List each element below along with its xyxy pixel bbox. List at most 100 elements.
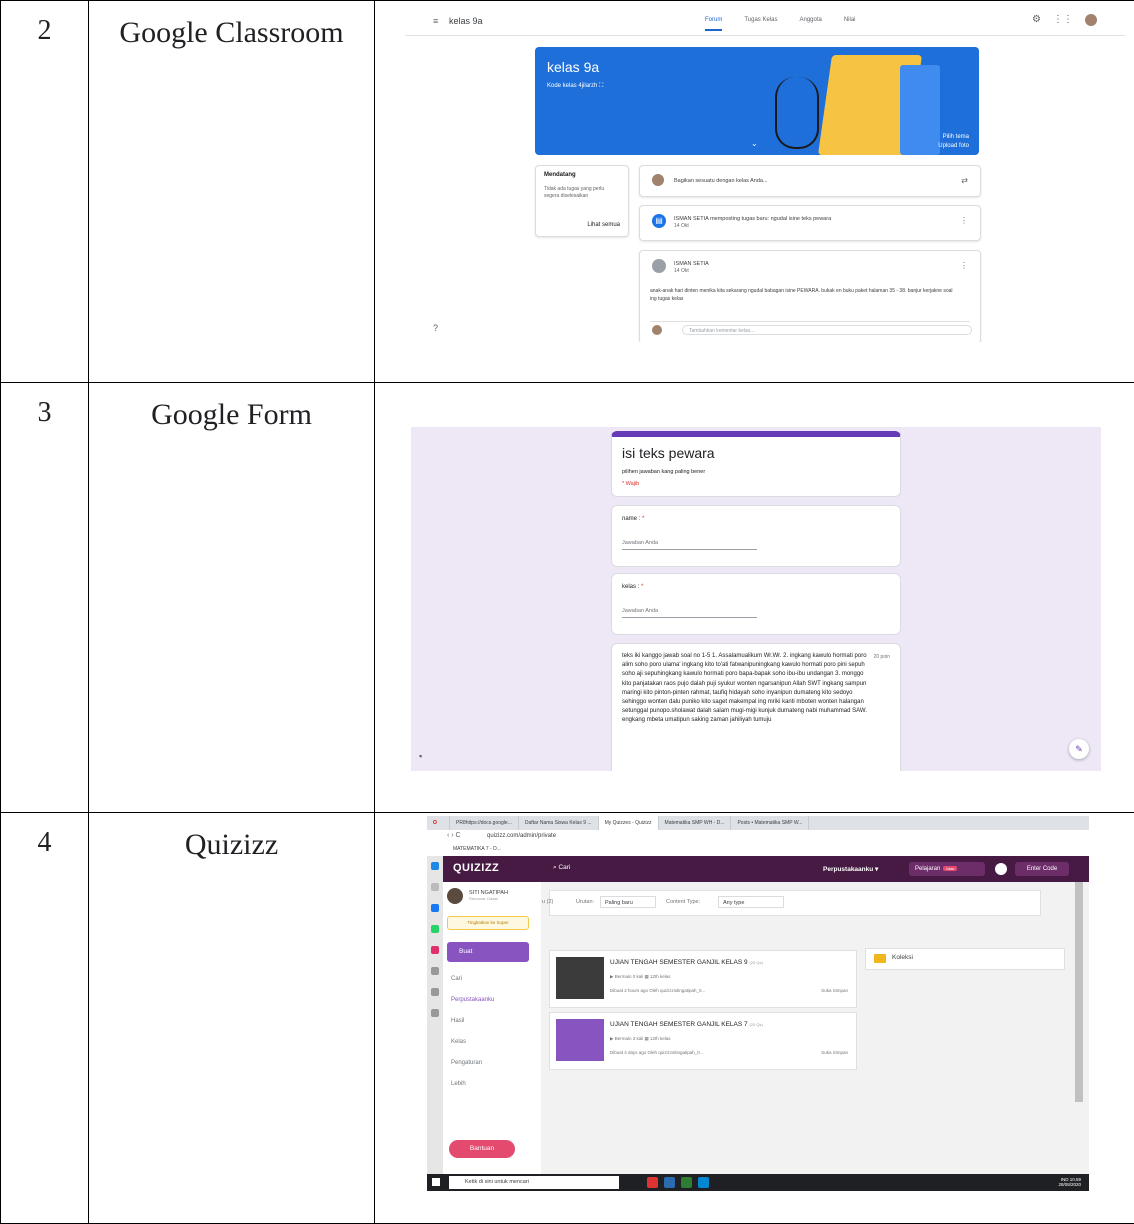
repost-icon[interactable]: ⇄: [961, 176, 968, 185]
windows-start-icon[interactable]: [432, 1178, 440, 1186]
sort-select[interactable]: Paling baru: [600, 896, 656, 908]
quiz-author: Dibuat 2 hours ago Oleh quizizzsitingati…: [610, 988, 705, 993]
more-vert-icon[interactable]: ⋮: [960, 216, 968, 225]
help-button[interactable]: Bantuan: [449, 1140, 515, 1158]
nav-arrows-icon[interactable]: ‹ › C: [447, 832, 461, 839]
form-header-card: isi teks pewara pilihen jawaban kang pal…: [611, 431, 901, 497]
quiz-played: Bermain 0 kali: [615, 974, 644, 979]
answer-input[interactable]: Jawaban Anda: [622, 540, 757, 550]
save-button[interactable]: Simpan: [833, 988, 848, 993]
quizizz-q-icon: [556, 1019, 604, 1061]
scrollbar[interactable]: [1075, 882, 1083, 1102]
class-code[interactable]: Kode kelas 4jilarzh ⛶: [547, 83, 603, 90]
quiz-title: UJIAN TENGAH SEMESTER GANJIL KELAS 7: [610, 1021, 748, 1028]
quizizz-sidebar: SITI NGATIPAH Rencana: Dasar Tingkatkan …: [443, 882, 541, 1174]
quiz-title: UJIAN TENGAH SEMESTER GANJIL KELAS 9: [610, 959, 748, 966]
tab-people[interactable]: Anggota: [799, 17, 821, 31]
url-text[interactable]: quizizz.com/admin/private: [487, 833, 556, 839]
assignment-post[interactable]: ▤ ISMAN SETIA memposting tugas baru: ngu…: [639, 205, 981, 241]
collection-label: Koleksi: [892, 954, 913, 961]
browser-tab[interactable]: Matematika SMP WH - D...: [659, 816, 732, 830]
upload-photo-link[interactable]: Upload foto: [938, 142, 969, 151]
new-badge: baru: [943, 866, 957, 871]
like-button[interactable]: Suka: [821, 988, 831, 993]
opera-sidebar: [427, 856, 443, 1174]
file-explorer-icon[interactable]: [664, 1177, 675, 1188]
quiz-question-count: (20 Qs): [749, 960, 762, 965]
post-body: anak-anak hari dinten menika kita sekara…: [650, 287, 960, 303]
sidebar-item-search[interactable]: Cari: [451, 976, 462, 982]
heart-icon[interactable]: [431, 988, 439, 996]
content-type-select[interactable]: Any type: [718, 896, 784, 908]
sort-label: Urutan:: [576, 899, 594, 905]
comment-input[interactable]: Tambahkan komentar kelas...: [682, 325, 972, 335]
tab-forum[interactable]: Forum: [705, 17, 722, 31]
app-name: Google Form: [89, 383, 375, 813]
sidebar-icon[interactable]: [431, 883, 439, 891]
upgrade-button[interactable]: Tingkatkan ke Super: [447, 916, 529, 930]
search-field[interactable]: ⌕ Cari: [553, 864, 570, 872]
store-icon[interactable]: [698, 1177, 709, 1188]
menu-icon[interactable]: ≡: [433, 16, 438, 26]
announcement-post: ISMAN SETIA 14 Okt ⋮ anak-anak hari dint…: [639, 250, 981, 342]
feedback-icon[interactable]: ▪: [419, 751, 422, 761]
answer-input[interactable]: Jawaban Anda: [622, 608, 757, 618]
tab-classwork[interactable]: Tugas Kelas: [744, 17, 777, 31]
avatar: [652, 174, 664, 186]
instagram-icon[interactable]: [431, 946, 439, 954]
browser-tab[interactable]: PR8https://docs.google...: [450, 816, 519, 830]
sidebar-item-library[interactable]: Perpustakaanku: [451, 997, 494, 1003]
collections-panel[interactable]: Koleksi: [865, 948, 1065, 970]
more-vert-icon[interactable]: ⋮: [960, 261, 968, 270]
choose-theme-link[interactable]: Pilih tema: [938, 133, 969, 142]
browser-tab-active[interactable]: My Quizzes - Quizizz: [599, 816, 659, 830]
post-text: ISMAN SETIA memposting tugas baru: nguda…: [674, 216, 831, 222]
post-date: 14 Okt: [674, 268, 689, 274]
quizizz-logo[interactable]: QUIZIZZ: [453, 862, 499, 874]
lessons-button[interactable]: Pelajaranbaru: [909, 862, 985, 876]
user-info: SITI NGATIPAH Rencana: Dasar: [451, 890, 508, 901]
question-class: kelas : * Jawaban Anda: [611, 573, 901, 635]
quiz-card[interactable]: UJIAN TENGAH SEMESTER GANJIL KELAS 7 (20…: [549, 1012, 857, 1070]
settings-icon[interactable]: ⚙: [1032, 14, 1041, 26]
create-button[interactable]: Buat: [447, 942, 529, 962]
content-type-label: Content Type:: [666, 899, 700, 905]
facebook-icon[interactable]: [431, 904, 439, 912]
form-screenshot-cell: isi teks pewara pilihen jawaban kang pal…: [375, 383, 1134, 813]
bell-icon[interactable]: [995, 863, 1007, 875]
sidebar-item-more[interactable]: Lebih: [451, 1081, 466, 1087]
tab-grades[interactable]: Nilai: [844, 17, 856, 31]
comment-row: Tambahkan komentar kelas...: [650, 321, 970, 338]
library-menu[interactable]: Perpustakaanku ▾: [823, 865, 878, 873]
enter-code-button[interactable]: Enter Code: [1015, 862, 1069, 876]
sidebar-item-classes[interactable]: Kelas: [451, 1039, 466, 1045]
apps-grid-icon[interactable]: ⋮⋮: [1053, 14, 1073, 26]
save-button[interactable]: Simpan: [833, 1050, 848, 1055]
avatar[interactable]: [1085, 14, 1097, 26]
sidebar-item-settings[interactable]: Pengaturan: [451, 1060, 482, 1066]
row-number: 2: [1, 1, 89, 383]
share-box[interactable]: Bagikan sesuatu dengan kelas Anda... ⇄: [639, 165, 981, 197]
send-icon[interactable]: [431, 967, 439, 975]
chevron-down-icon[interactable]: ⌄: [751, 139, 758, 148]
browser-tab[interactable]: Daftar Nama Siswa Kelas 9 ...: [519, 816, 599, 830]
help-icon[interactable]: ?: [433, 323, 438, 333]
upcoming-title: Mendatang: [544, 172, 620, 178]
taskbar-search[interactable]: Ketik di sini untuk mencari: [449, 1176, 619, 1189]
form-title: isi teks pewara: [622, 445, 890, 461]
share-placeholder: Bagikan sesuatu dengan kelas Anda...: [674, 178, 768, 184]
opera-icon[interactable]: [647, 1177, 658, 1188]
sidebar-item-reports[interactable]: Hasil: [451, 1018, 464, 1024]
avatar: [652, 259, 666, 273]
browser-tab[interactable]: Posts • Matematika SMP W...: [731, 816, 809, 830]
like-button[interactable]: Suka: [821, 1050, 831, 1055]
bookmark-item[interactable]: MATEMATIKA 7 - D...: [453, 846, 501, 852]
question-label: kelas :: [622, 584, 639, 590]
quiz-card[interactable]: UJIAN TENGAH SEMESTER GANJIL KELAS 9 (20…: [549, 950, 857, 1008]
edit-pencil-icon[interactable]: ✎: [1069, 739, 1089, 759]
messenger-icon[interactable]: [431, 862, 439, 870]
clock-icon[interactable]: [431, 1009, 439, 1017]
whatsapp-icon[interactable]: [431, 925, 439, 933]
see-all-link[interactable]: Lihat semua: [587, 222, 620, 228]
edge-icon[interactable]: [681, 1177, 692, 1188]
